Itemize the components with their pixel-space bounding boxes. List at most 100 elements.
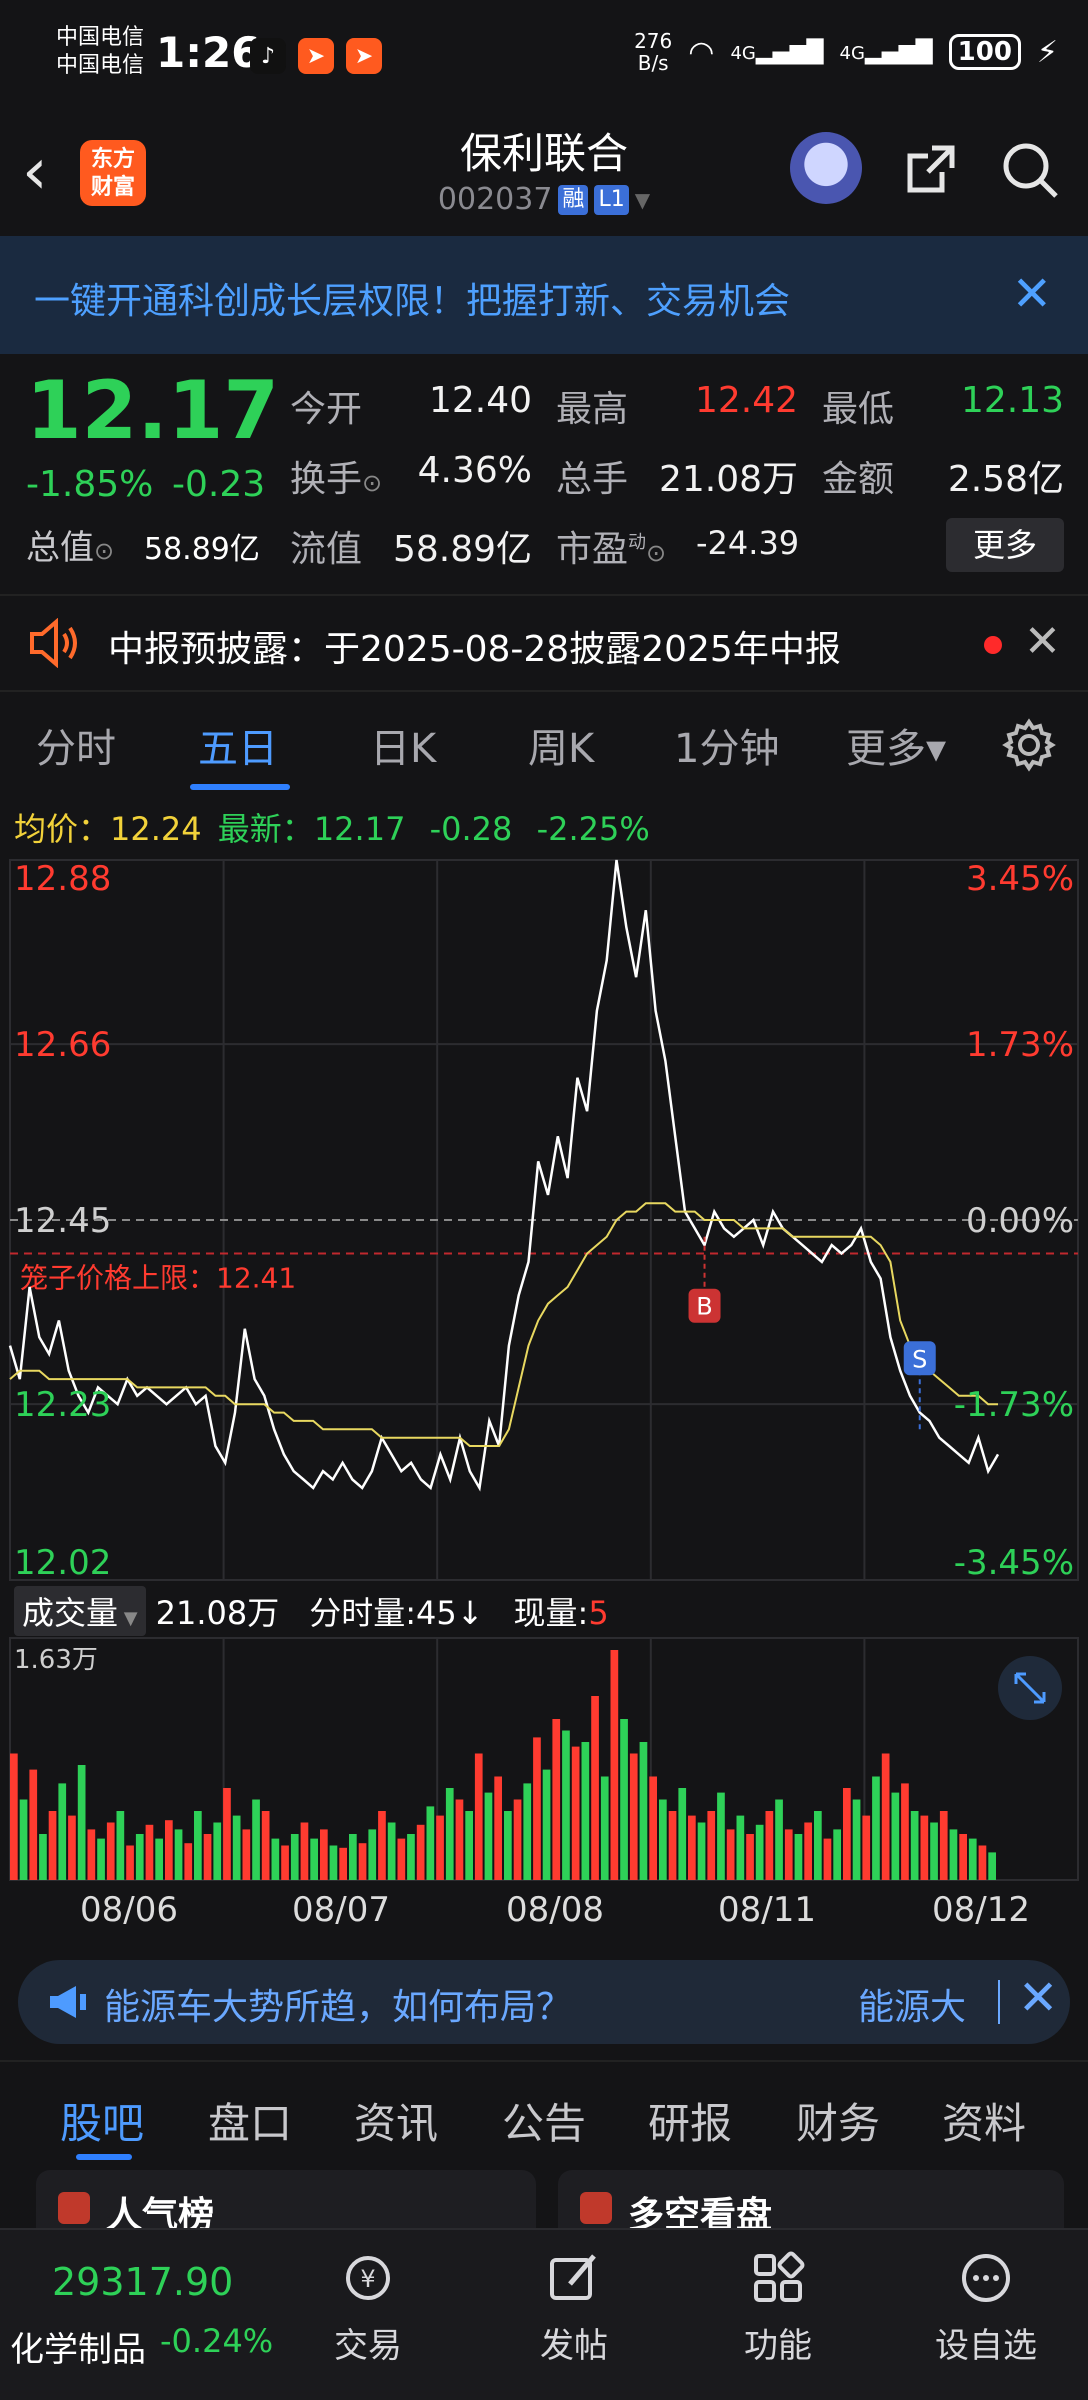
carrier-info: 中国电信 中国电信: [56, 24, 144, 80]
volume-bar: [416, 1824, 425, 1880]
pe-label[interactable]: 市盈动⊙: [556, 520, 666, 572]
volume-bar: [581, 1742, 590, 1880]
volume-chart-area: 1.63万: [9, 1637, 1079, 1881]
tab-daily-k[interactable]: 日K: [370, 716, 436, 774]
tab-profile[interactable]: 资料: [942, 2090, 1026, 2151]
market-cap-label[interactable]: 总值⊙: [26, 520, 114, 569]
volume-bar: [726, 1829, 735, 1880]
volume-bar: [194, 1811, 202, 1880]
tab-financials[interactable]: 财务: [796, 2090, 880, 2151]
gear-icon[interactable]: [1002, 718, 1056, 772]
average-price-line: [9, 1202, 998, 1447]
volume-bar: [988, 1852, 996, 1880]
volume-bar: [833, 1829, 841, 1880]
notice-text: 中报预披露：于2025-08-28披露2025年中报: [108, 629, 841, 670]
volume-label: 总手: [556, 459, 629, 500]
active-tab-indicator: [190, 784, 290, 790]
tab-more[interactable]: 更多▾: [846, 716, 946, 774]
chart-period-tabs: 分时 五日 日K 周K 1分钟 更多▾: [0, 692, 1088, 792]
ticker-text: 能源车大势所趋，如何布局？: [104, 1987, 573, 2028]
search-icon[interactable]: [1000, 140, 1060, 200]
volume-bar: [407, 1834, 415, 1880]
bottom-navigation: 29317.90 化学制品 -0.24% ¥ 交易 发帖 功能 设自选: [0, 2228, 1088, 2400]
tab-five-day[interactable]: 五日: [198, 716, 278, 774]
volume-bar: [775, 1799, 783, 1880]
volume-bar: [968, 1838, 977, 1880]
latest-label: 最新：: [217, 810, 314, 848]
volume-bar: [97, 1838, 105, 1880]
volume-bar: [891, 1792, 900, 1880]
tab-research[interactable]: 研报: [648, 2090, 732, 2151]
volume-bar: [600, 1776, 609, 1880]
share-icon[interactable]: [902, 140, 960, 198]
volume-bar: [19, 1799, 28, 1880]
date-label: 08/07: [292, 1890, 390, 1930]
app-notification-icon: ➤: [298, 38, 334, 74]
nav-trade[interactable]: ¥ 交易: [298, 2250, 438, 2367]
ticker-close-button[interactable]: ✕: [1018, 1970, 1058, 2026]
nav-label: 功能: [744, 2326, 812, 2366]
volume-bar: [126, 1845, 134, 1880]
pe-label-text: 市盈: [556, 529, 629, 570]
tab-announcements[interactable]: 公告: [502, 2090, 586, 2151]
earnings-notice[interactable]: 中报预披露：于2025-08-28披露2025年中报 ✕: [0, 594, 1088, 692]
quote-panel: 12.17 -1.85% -0.23 总值⊙ 58.89亿 今开 12.40 最…: [0, 354, 1088, 594]
float-cap-value: 58.89亿: [392, 529, 532, 570]
nav-functions[interactable]: 功能: [708, 2250, 848, 2367]
volume-bar: [232, 1815, 241, 1880]
volume-bar: [242, 1829, 251, 1880]
volume-bar: [513, 1799, 522, 1880]
date-label: 08/08: [506, 1890, 604, 1930]
volume-bar: [881, 1753, 890, 1880]
ai-assistant-icon[interactable]: [790, 132, 862, 204]
tab-weekly-k[interactable]: 周K: [528, 716, 594, 774]
volume-bar: [474, 1753, 483, 1880]
ticker-link[interactable]: 能源大: [858, 1978, 966, 2030]
promo-close-button[interactable]: ✕: [1012, 266, 1052, 322]
tab-one-minute[interactable]: 1分钟: [674, 716, 779, 774]
volume-bar: [610, 1650, 619, 1880]
current-volume-label: 现量:: [513, 1594, 589, 1632]
active-tab-indicator: [76, 2154, 132, 2160]
signal-icon-1: 4G▂▄▆█: [730, 39, 824, 65]
turnover-label[interactable]: 换手⊙: [290, 450, 382, 502]
level-tag: L1: [594, 184, 629, 215]
tab-news[interactable]: 资讯: [354, 2090, 438, 2151]
tab-guba[interactable]: 股吧: [60, 2090, 144, 2151]
sector-index-value[interactable]: 29317.90: [52, 2260, 233, 2304]
nav-post[interactable]: 发帖: [504, 2250, 644, 2367]
volume-bar: [203, 1834, 212, 1880]
stock-code: 002037: [437, 182, 553, 217]
y-tick-label: 12.02: [14, 1543, 111, 1583]
volume-bar: [494, 1776, 502, 1880]
volume-bar: [901, 1783, 909, 1880]
volume-bar: [765, 1811, 774, 1880]
latest-pct: -2.25%: [536, 810, 650, 848]
volume-bar: [213, 1822, 222, 1880]
amount-label: 金额: [822, 459, 895, 500]
market-cap-value: 58.89亿: [144, 532, 260, 567]
signal-icon-2: 4G▂▄▆█: [839, 39, 933, 65]
y-tick-label: 12.45: [14, 1201, 111, 1241]
turnover-label-text: 换手: [290, 459, 363, 500]
more-button[interactable]: 更多: [946, 518, 1064, 572]
volume-bar: [116, 1811, 125, 1880]
sector-name[interactable]: 化学制品: [10, 2322, 146, 2371]
promo-banner[interactable]: 一键开通科创成长层权限！把握打新、交易机会 ✕: [0, 236, 1088, 354]
five-day-chart[interactable]: 笼子价格上限：12.41 12.88 3.45% 12.66 1.73% 12.45 0.0…: [0, 848, 1088, 1888]
news-ticker-banner[interactable]: 能源车大势所趋，如何布局？ 能源大 ✕: [18, 1960, 1070, 2044]
volume-indicator-dropdown[interactable]: 成交量 ▼: [14, 1586, 146, 1636]
pct-tick-label: -1.73%: [954, 1385, 1074, 1425]
volume-bar: [436, 1815, 444, 1880]
volume-bar: [678, 1788, 687, 1880]
tab-intraday[interactable]: 分时: [36, 716, 116, 774]
nav-add-watchlist[interactable]: 设自选: [916, 2250, 1056, 2367]
notice-close-button[interactable]: ✕: [1024, 616, 1061, 667]
volume-bar: [223, 1788, 231, 1880]
megaphone-icon: [50, 1986, 86, 2018]
volume-bar: [872, 1776, 880, 1880]
tab-order-book[interactable]: 盘口: [208, 2090, 292, 2151]
avg-value: 12.24: [110, 810, 202, 848]
price-limit-label: 笼子价格上限：12.41: [20, 1261, 296, 1294]
signal-1-label: 4G: [730, 42, 756, 64]
